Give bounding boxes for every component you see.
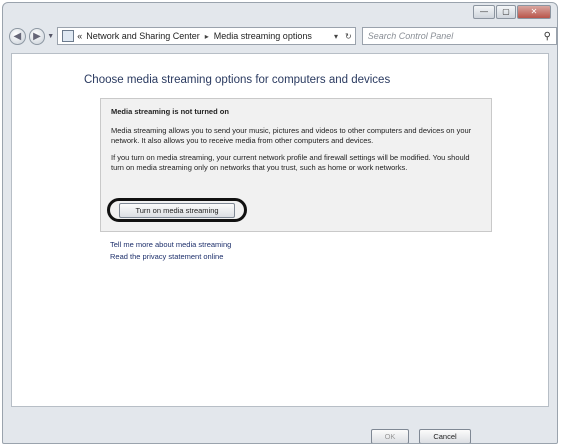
forward-arrow-icon: ▶ [33,30,41,42]
media-streaming-status-box: Media streaming is not turned on Media s… [100,98,492,232]
address-menu-icon[interactable]: « [77,31,82,41]
search-box[interactable]: Search Control Panel ⚲ [361,27,557,45]
ok-button: OK [371,429,409,443]
status-description: Media streaming allows you to send your … [111,126,472,145]
refresh-icon[interactable]: ↻ [345,32,352,41]
forward-button[interactable]: ▶ [28,27,46,45]
privacy-statement-link[interactable]: Read the privacy statement online [110,252,223,261]
breadcrumb-network-sharing-center[interactable]: Network and Sharing Center [86,31,200,41]
media-streaming-window: — ▢ ✕ ◀ ▶ ▼ « Network and Sharing Center… [2,2,558,444]
caption-buttons: — ▢ ✕ [473,5,551,19]
breadcrumb-media-streaming-options[interactable]: Media streaming options [214,31,312,41]
status-heading: Media streaming is not turned on [111,107,229,116]
search-input[interactable]: Search Control Panel [368,31,454,41]
cancel-button[interactable]: Cancel [419,429,471,443]
content-pane: Choose media streaming options for compu… [11,53,549,407]
highlight-oval: Turn on media streaming [107,198,247,222]
maximize-button[interactable]: ▢ [496,5,516,19]
close-button[interactable]: ✕ [517,5,551,19]
navigation-bar: ◀ ▶ ▼ « Network and Sharing Center ▸ Med… [3,23,557,49]
tell-me-more-link[interactable]: Tell me more about media streaming [110,240,231,249]
breadcrumb-separator-icon[interactable]: ▸ [205,32,209,41]
recent-pages-dropdown[interactable]: ▼ [47,33,54,40]
control-panel-icon [62,30,75,42]
page-title: Choose media streaming options for compu… [84,74,391,86]
turn-on-media-streaming-button[interactable]: Turn on media streaming [119,202,235,218]
search-icon[interactable]: ⚲ [544,31,551,42]
address-dropdown-icon[interactable]: ▾ [334,32,338,41]
minimize-button[interactable]: — [473,5,495,19]
back-arrow-icon: ◀ [13,30,22,42]
address-bar[interactable]: « Network and Sharing Center ▸ Media str… [57,27,356,45]
status-warning: If you turn on media streaming, your cur… [111,153,470,172]
back-button[interactable]: ◀ [9,27,26,45]
